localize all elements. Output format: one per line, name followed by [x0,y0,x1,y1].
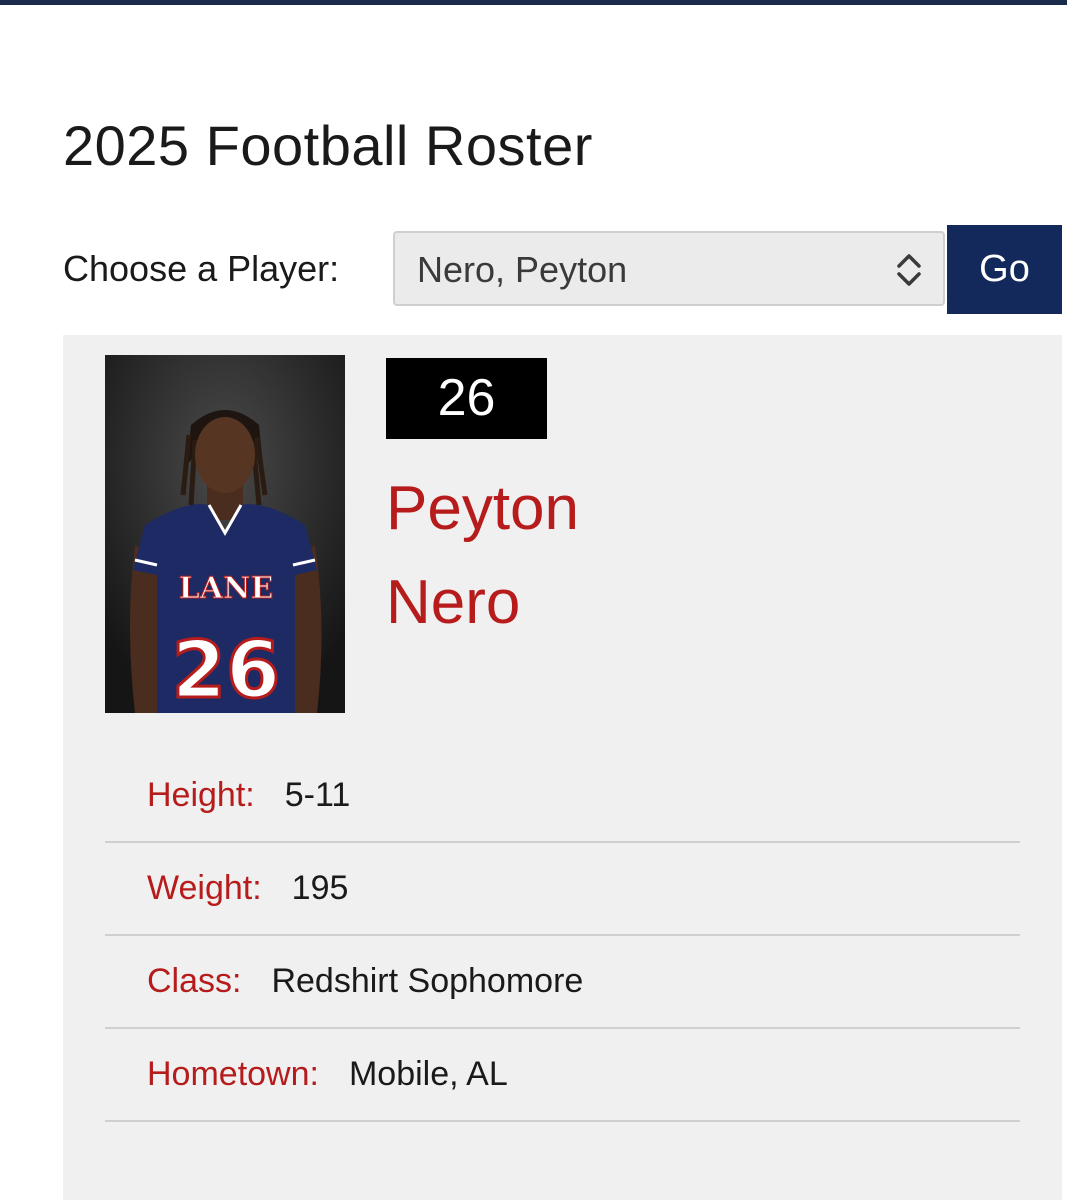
player-details-list: Height: 5-11 Weight: 195 Class: Redshirt… [105,750,1020,1122]
detail-row-class: Class: Redshirt Sophomore [105,936,1020,1029]
detail-label: Class: [147,962,242,1000]
player-select-value: Nero, Peyton [417,249,628,290]
detail-value: 195 [291,869,349,907]
select-arrows-icon [897,254,921,286]
detail-value: Mobile, AL [348,1055,508,1093]
detail-label: Weight: [147,869,262,907]
detail-label: Hometown: [147,1055,319,1093]
player-card: LANE 26 26 Peyton Nero Height: 5-11 Weig… [63,335,1062,1200]
photo-jersey-text: LANE [179,571,274,606]
detail-row-hometown: Hometown: Mobile, AL [105,1029,1020,1122]
detail-value: 5-11 [284,776,351,814]
player-last-name: Nero [386,568,521,637]
detail-label: Height: [147,776,255,814]
top-border [0,0,1067,5]
detail-row-weight: Weight: 195 [105,843,1020,936]
jersey-number-badge: 26 [386,358,547,439]
go-button[interactable]: Go [947,225,1062,314]
photo-jersey-number: 26 [172,626,281,713]
player-select[interactable]: Nero, Peyton [393,231,945,306]
player-photo: LANE 26 [105,355,345,713]
detail-row-height: Height: 5-11 [105,750,1020,843]
detail-value: Redshirt Sophomore [271,962,584,1000]
player-first-name: Peyton [386,474,580,543]
player-chooser-label: Choose a Player: [63,248,340,289]
player-headshot-icon: LANE 26 [105,355,345,713]
page-title: 2025 Football Roster [63,114,593,177]
